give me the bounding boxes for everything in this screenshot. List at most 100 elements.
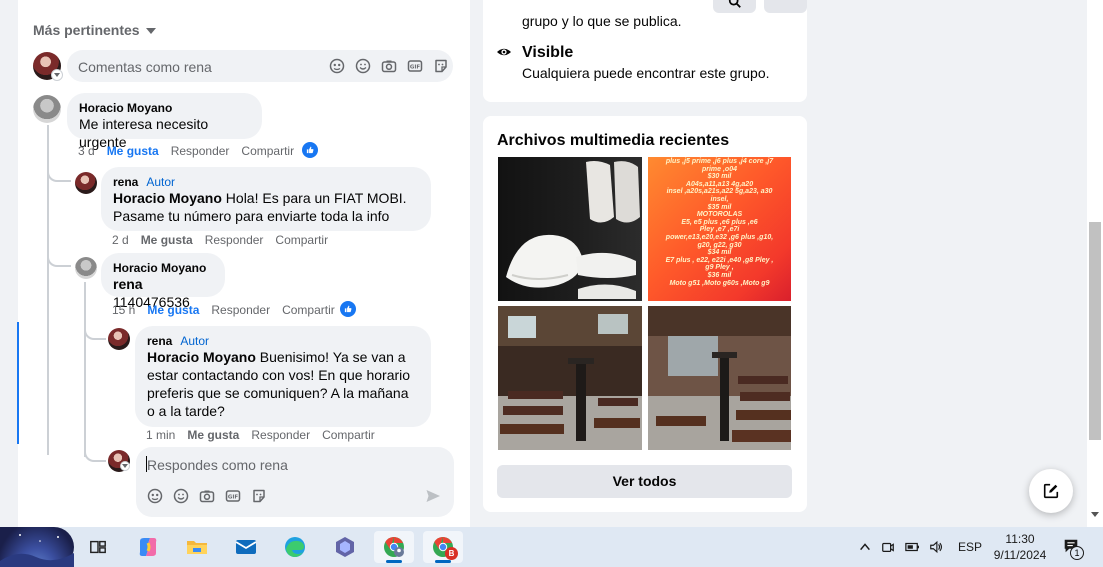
author-badge: Autor: [180, 334, 210, 348]
new-message-button[interactable]: [1029, 469, 1073, 513]
avatar-sticker-icon[interactable]: [329, 58, 345, 74]
comment-time[interactable]: 15 h: [112, 303, 135, 317]
patio-photo: [498, 306, 642, 450]
comment-actions: 1 min Me gusta Responder Compartir: [146, 428, 375, 442]
promo-line: power,e13,e20,e32 ,g6 plus ,g10,: [665, 233, 774, 241]
edge-app[interactable]: [275, 531, 315, 563]
mail-app[interactable]: [226, 531, 266, 563]
author-avatar[interactable]: [108, 328, 130, 350]
comment-time[interactable]: 3 d: [78, 144, 95, 158]
highlight-bar: [17, 322, 19, 444]
like-button[interactable]: Me gusta: [187, 428, 239, 442]
comment-author[interactable]: Horacio Moyano: [79, 101, 250, 115]
share-button[interactable]: Compartir: [282, 303, 335, 317]
see-all-button[interactable]: Ver todos: [497, 465, 792, 498]
promo-line: plus ,j5 prime ,j6 plus ,j4 core ,j7: [665, 158, 774, 165]
more-options-button[interactable]: [764, 0, 807, 13]
chrome-app-2[interactable]: B: [423, 531, 463, 563]
promo-line: $36 mil: [707, 271, 732, 279]
media-thumbnail-patio[interactable]: [498, 306, 642, 450]
search-widget[interactable]: [0, 527, 74, 567]
battery-icon[interactable]: [904, 540, 920, 554]
patio-photo-2: [648, 306, 791, 450]
chevron-down-icon: [145, 28, 156, 34]
reply-button[interactable]: Responder: [205, 233, 264, 247]
author-avatar[interactable]: [75, 172, 97, 194]
notifications-button[interactable]: 1: [1062, 537, 1084, 560]
copilot-app[interactable]: [128, 531, 168, 563]
like-button[interactable]: Me gusta: [147, 303, 199, 317]
active-indicator: [386, 560, 402, 563]
sticker-icon[interactable]: [433, 58, 449, 74]
like-button[interactable]: Me gusta: [107, 144, 159, 158]
recent-media-card: Archivos multimedia recientes plus ,j5 p…: [483, 116, 807, 512]
reply-placeholder: Respondes como rena: [147, 457, 288, 473]
comment-time[interactable]: 2 d: [112, 233, 129, 247]
camera-icon[interactable]: [381, 58, 397, 74]
mention-link[interactable]: Horacio Moyano: [147, 349, 256, 365]
comment-author[interactable]: rena: [113, 175, 138, 189]
promo-line: E7 plus , e22, e22i ,e40 ,g8 Pley ,: [665, 256, 774, 264]
account-switch-icon[interactable]: [51, 69, 63, 81]
compose-icon: [1043, 483, 1059, 499]
scroll-down-arrow[interactable]: [1091, 512, 1099, 517]
comment-bubble: Horacio Moyano rena 1140476536: [101, 253, 225, 310]
emoji-icon[interactable]: [355, 58, 371, 74]
comment-author[interactable]: Horacio Moyano: [113, 261, 213, 275]
task-view-button[interactable]: [78, 531, 118, 563]
meet-now-icon[interactable]: [881, 540, 895, 554]
comment-time[interactable]: 1 min: [146, 428, 175, 442]
reply-button[interactable]: Responder: [171, 144, 230, 158]
mail-icon: [235, 540, 257, 554]
send-icon[interactable]: [425, 488, 441, 504]
windows-taskbar: B ESP 11:30 9/11/2024 1: [0, 527, 1103, 567]
like-reaction-icon[interactable]: [340, 301, 356, 317]
reply-button[interactable]: Responder: [211, 303, 270, 317]
sticker-icon[interactable]: [251, 488, 267, 504]
avatar-sticker-icon[interactable]: [147, 488, 163, 504]
media-thumbnail-patio-2[interactable]: [648, 306, 791, 450]
clock[interactable]: 11:30 9/11/2024: [992, 531, 1048, 563]
account-switch-icon[interactable]: [120, 461, 130, 471]
promo-line: g20, g22, g30: [697, 241, 742, 249]
gif-icon[interactable]: GIF: [225, 488, 241, 504]
visible-title: Visible: [522, 44, 574, 61]
promo-line: Moto g51 ,Moto g60s ,Moto g9: [669, 279, 770, 287]
promo-line: insel,: [710, 195, 729, 203]
notification-count: 1: [1070, 546, 1084, 560]
emoji-icon[interactable]: [173, 488, 189, 504]
comment-author[interactable]: rena: [147, 334, 172, 348]
eye-icon: [496, 44, 512, 65]
edge-icon: [285, 537, 305, 557]
like-button[interactable]: Me gusta: [141, 233, 193, 247]
teams-icon: [336, 537, 354, 557]
commenter-avatar[interactable]: [33, 95, 61, 123]
share-button[interactable]: Compartir: [275, 233, 328, 247]
author-badge: Autor: [146, 175, 176, 189]
reply-input[interactable]: Respondes como rena GIF: [136, 447, 454, 517]
sort-dropdown[interactable]: Más pertinentes: [33, 22, 156, 38]
commenter-avatar[interactable]: [75, 257, 97, 279]
camera-icon[interactable]: [199, 488, 215, 504]
gif-icon[interactable]: GIF: [407, 58, 423, 74]
file-explorer-app[interactable]: [177, 531, 217, 563]
task-view-icon: [90, 540, 106, 554]
share-button[interactable]: Compartir: [241, 144, 294, 158]
promo-line: $30 mil: [707, 173, 732, 181]
mention-link[interactable]: rena: [113, 276, 143, 292]
media-thumbnail-promo[interactable]: plus ,j5 prime ,j6 plus ,j4 core ,j7 prim…: [648, 157, 791, 301]
promo-line: insel ,a20s,a21s,a22 5g,a23, a30: [666, 188, 773, 196]
comment-input[interactable]: Comentas como rena GIF: [67, 50, 453, 82]
media-thumbnail-shoes[interactable]: [498, 157, 642, 301]
volume-icon[interactable]: [929, 540, 943, 554]
chevron-up-icon[interactable]: [858, 540, 872, 554]
share-button[interactable]: Compartir: [322, 428, 375, 442]
like-reaction-icon[interactable]: [302, 142, 318, 158]
search-button[interactable]: [713, 0, 756, 13]
chrome-app[interactable]: [374, 531, 414, 563]
mention-link[interactable]: Horacio Moyano: [113, 190, 222, 206]
reply-button[interactable]: Responder: [251, 428, 310, 442]
scrollbar-thumb[interactable]: [1089, 222, 1101, 440]
teams-app[interactable]: [325, 531, 365, 563]
language-indicator[interactable]: ESP: [958, 540, 982, 554]
